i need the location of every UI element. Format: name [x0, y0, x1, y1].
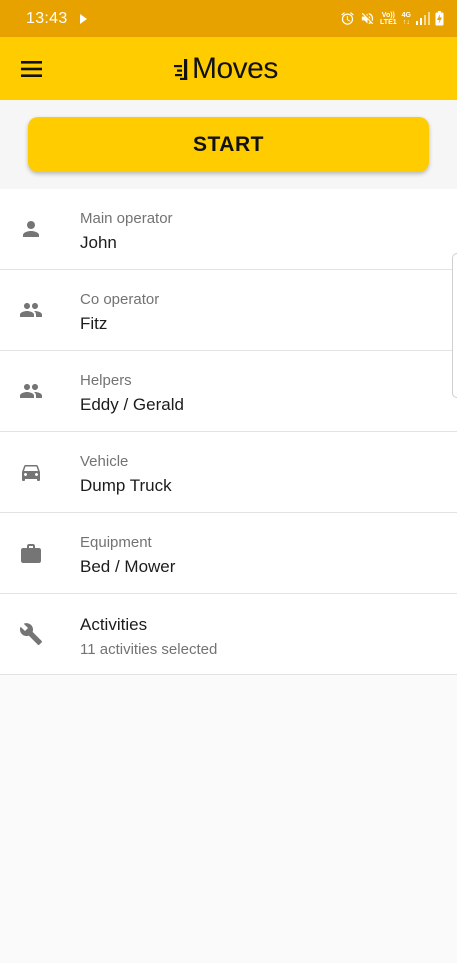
play-icon	[79, 13, 87, 24]
status-bar: 13:43 Vo)) LTE1 4G ↑↓	[0, 0, 457, 37]
vehicle-label: Vehicle	[80, 453, 129, 470]
briefcase-icon	[19, 541, 43, 565]
wrench-icon	[19, 622, 43, 646]
settings-list: Main operator John Co operator Fitz Help…	[0, 189, 457, 675]
person-icon	[19, 217, 43, 241]
activities-title: Activities	[80, 615, 148, 634]
status-time: 13:43	[26, 9, 68, 27]
people-icon	[19, 298, 43, 322]
brand-name: Moves	[192, 52, 278, 85]
co-operator-value: Fitz	[80, 314, 108, 333]
main-operator-value: John	[80, 233, 117, 252]
start-section: START	[0, 100, 457, 189]
vehicle-value: Dump Truck	[80, 476, 172, 495]
volte-indicator: Vo)) LTE1	[380, 12, 397, 26]
data-top: 4G	[401, 11, 411, 19]
people-icon	[19, 379, 43, 403]
alarm-icon	[340, 11, 355, 26]
main-operator-label: Main operator	[80, 210, 173, 227]
battery-charging-icon	[435, 11, 444, 26]
volte-bottom: LTE1	[380, 18, 397, 26]
list-item-vehicle[interactable]: Vehicle Dump Truck	[0, 432, 457, 513]
data-bottom: ↑↓	[402, 18, 410, 26]
status-icons: Vo)) LTE1 4G ↑↓	[340, 11, 444, 26]
helpers-value: Eddy / Gerald	[80, 395, 184, 414]
equipment-value: Bed / Mower	[80, 557, 176, 576]
car-icon	[19, 460, 43, 484]
helpers-label: Helpers	[80, 372, 132, 389]
volte-top: Vo))	[381, 11, 395, 19]
list-item-main-operator[interactable]: Main operator John	[0, 189, 457, 270]
list-item-helpers[interactable]: Helpers Eddy / Gerald	[0, 351, 457, 432]
edge-panel-handle[interactable]	[452, 253, 457, 398]
logo-speed-icon	[174, 59, 188, 80]
brand-logo: Moves	[173, 51, 278, 87]
activities-subtitle: 11 activities selected	[80, 641, 218, 658]
start-button[interactable]: START	[28, 117, 429, 172]
signal-icon	[416, 12, 430, 25]
data-indicator: 4G ↑↓	[402, 12, 411, 26]
list-item-equipment[interactable]: Equipment Bed / Mower	[0, 513, 457, 594]
mute-icon	[360, 11, 375, 26]
app-bar: Moves	[0, 37, 457, 100]
hamburger-menu-icon[interactable]	[20, 58, 44, 80]
list-item-activities[interactable]: Activities 11 activities selected	[0, 594, 457, 675]
co-operator-label: Co operator	[80, 291, 160, 308]
equipment-label: Equipment	[80, 534, 152, 551]
list-item-co-operator[interactable]: Co operator Fitz	[0, 270, 457, 351]
